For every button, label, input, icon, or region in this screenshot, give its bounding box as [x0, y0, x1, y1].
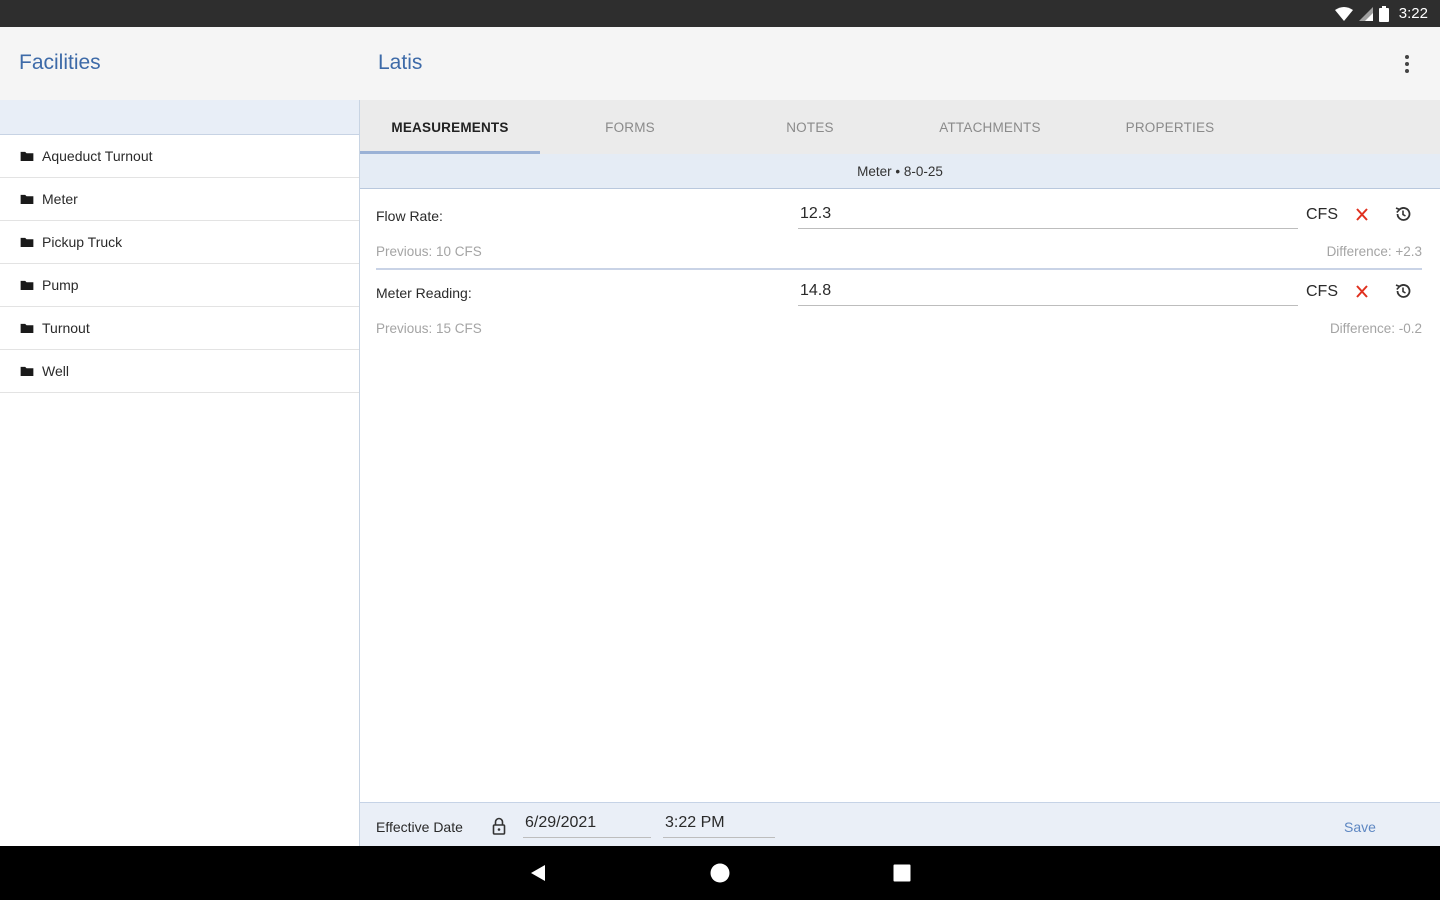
- clear-icon[interactable]: [1354, 204, 1370, 224]
- previous-value: Previous: 15 CFS: [376, 321, 482, 336]
- facility-item[interactable]: Pump: [0, 264, 359, 307]
- facility-item[interactable]: Pickup Truck: [0, 221, 359, 264]
- home-icon[interactable]: [709, 862, 731, 884]
- folder-icon: [20, 151, 34, 161]
- measurement-label: Meter Reading:: [376, 285, 472, 301]
- measurement-value-input[interactable]: [798, 279, 1298, 306]
- tab-forms[interactable]: FORMS: [540, 100, 720, 154]
- previous-value: Previous: 10 CFS: [376, 244, 482, 259]
- effective-date-label: Effective Date: [376, 819, 463, 835]
- history-icon[interactable]: [1393, 281, 1413, 301]
- folder-icon: [20, 366, 34, 376]
- folder-icon: [20, 194, 34, 204]
- measurement-label: Flow Rate:: [376, 208, 443, 224]
- facility-label: Meter: [42, 191, 78, 207]
- time-input[interactable]: [663, 811, 775, 838]
- difference-value: Difference: +2.3: [1326, 244, 1422, 259]
- measurement-value-input[interactable]: [798, 202, 1298, 229]
- tab-properties[interactable]: PROPERTIES: [1080, 100, 1260, 154]
- facilities-list-header: [0, 100, 359, 135]
- date-input[interactable]: [523, 811, 651, 838]
- status-bar: 3:22: [0, 0, 1440, 27]
- save-button[interactable]: Save: [1344, 819, 1376, 835]
- wifi-icon: [1334, 6, 1353, 21]
- tab-measurements[interactable]: MEASUREMENTS: [360, 100, 540, 154]
- facility-label: Pump: [42, 277, 79, 293]
- facility-item[interactable]: Turnout: [0, 307, 359, 350]
- folder-icon: [20, 323, 34, 333]
- folder-icon: [20, 237, 34, 247]
- facility-label: Turnout: [42, 320, 90, 336]
- status-time: 3:22: [1398, 5, 1428, 22]
- lock-icon[interactable]: [491, 816, 507, 836]
- measurement-row: Meter Reading: CFS Previous: 15 CFS Diff…: [360, 267, 1440, 347]
- facility-item[interactable]: Aqueduct Turnout: [0, 135, 359, 178]
- facilities-title: Facilities: [19, 51, 101, 74]
- tab-bar: MEASUREMENTS FORMS NOTES ATTACHMENTS PRO…: [360, 100, 1440, 154]
- facility-label: Aqueduct Turnout: [42, 148, 153, 164]
- navigation-bar: [0, 846, 1440, 900]
- facility-item[interactable]: Meter: [0, 178, 359, 221]
- clear-icon[interactable]: [1354, 281, 1370, 301]
- back-icon[interactable]: [527, 862, 549, 884]
- battery-icon: [1378, 5, 1389, 22]
- unit-selector[interactable]: CFS: [1306, 206, 1338, 224]
- tab-notes[interactable]: NOTES: [720, 100, 900, 154]
- effective-date-bar: Effective Date Save: [360, 802, 1440, 847]
- measurement-row: Flow Rate: CFS Previous: 10 CFS Differen…: [360, 190, 1440, 270]
- tab-attachments[interactable]: ATTACHMENTS: [900, 100, 1080, 154]
- signal-icon: [1358, 6, 1373, 21]
- folder-icon: [20, 280, 34, 290]
- difference-value: Difference: -0.2: [1329, 321, 1422, 336]
- app-bar: Facilities Latis: [0, 27, 1440, 100]
- overflow-menu-icon[interactable]: [1396, 49, 1418, 79]
- facility-list: Aqueduct Turnout Meter Pickup Truck Pump…: [0, 135, 359, 393]
- facility-label: Pickup Truck: [42, 234, 123, 250]
- history-icon[interactable]: [1393, 204, 1413, 224]
- meter-header: Meter • 8-0-25: [360, 154, 1440, 189]
- facility-label: Well: [42, 363, 69, 379]
- unit-selector[interactable]: CFS: [1306, 283, 1338, 301]
- facility-item[interactable]: Well: [0, 350, 359, 393]
- facilities-panel: Aqueduct Turnout Meter Pickup Truck Pump…: [0, 100, 360, 846]
- recents-icon[interactable]: [891, 862, 913, 884]
- facility-title: Latis: [378, 51, 423, 74]
